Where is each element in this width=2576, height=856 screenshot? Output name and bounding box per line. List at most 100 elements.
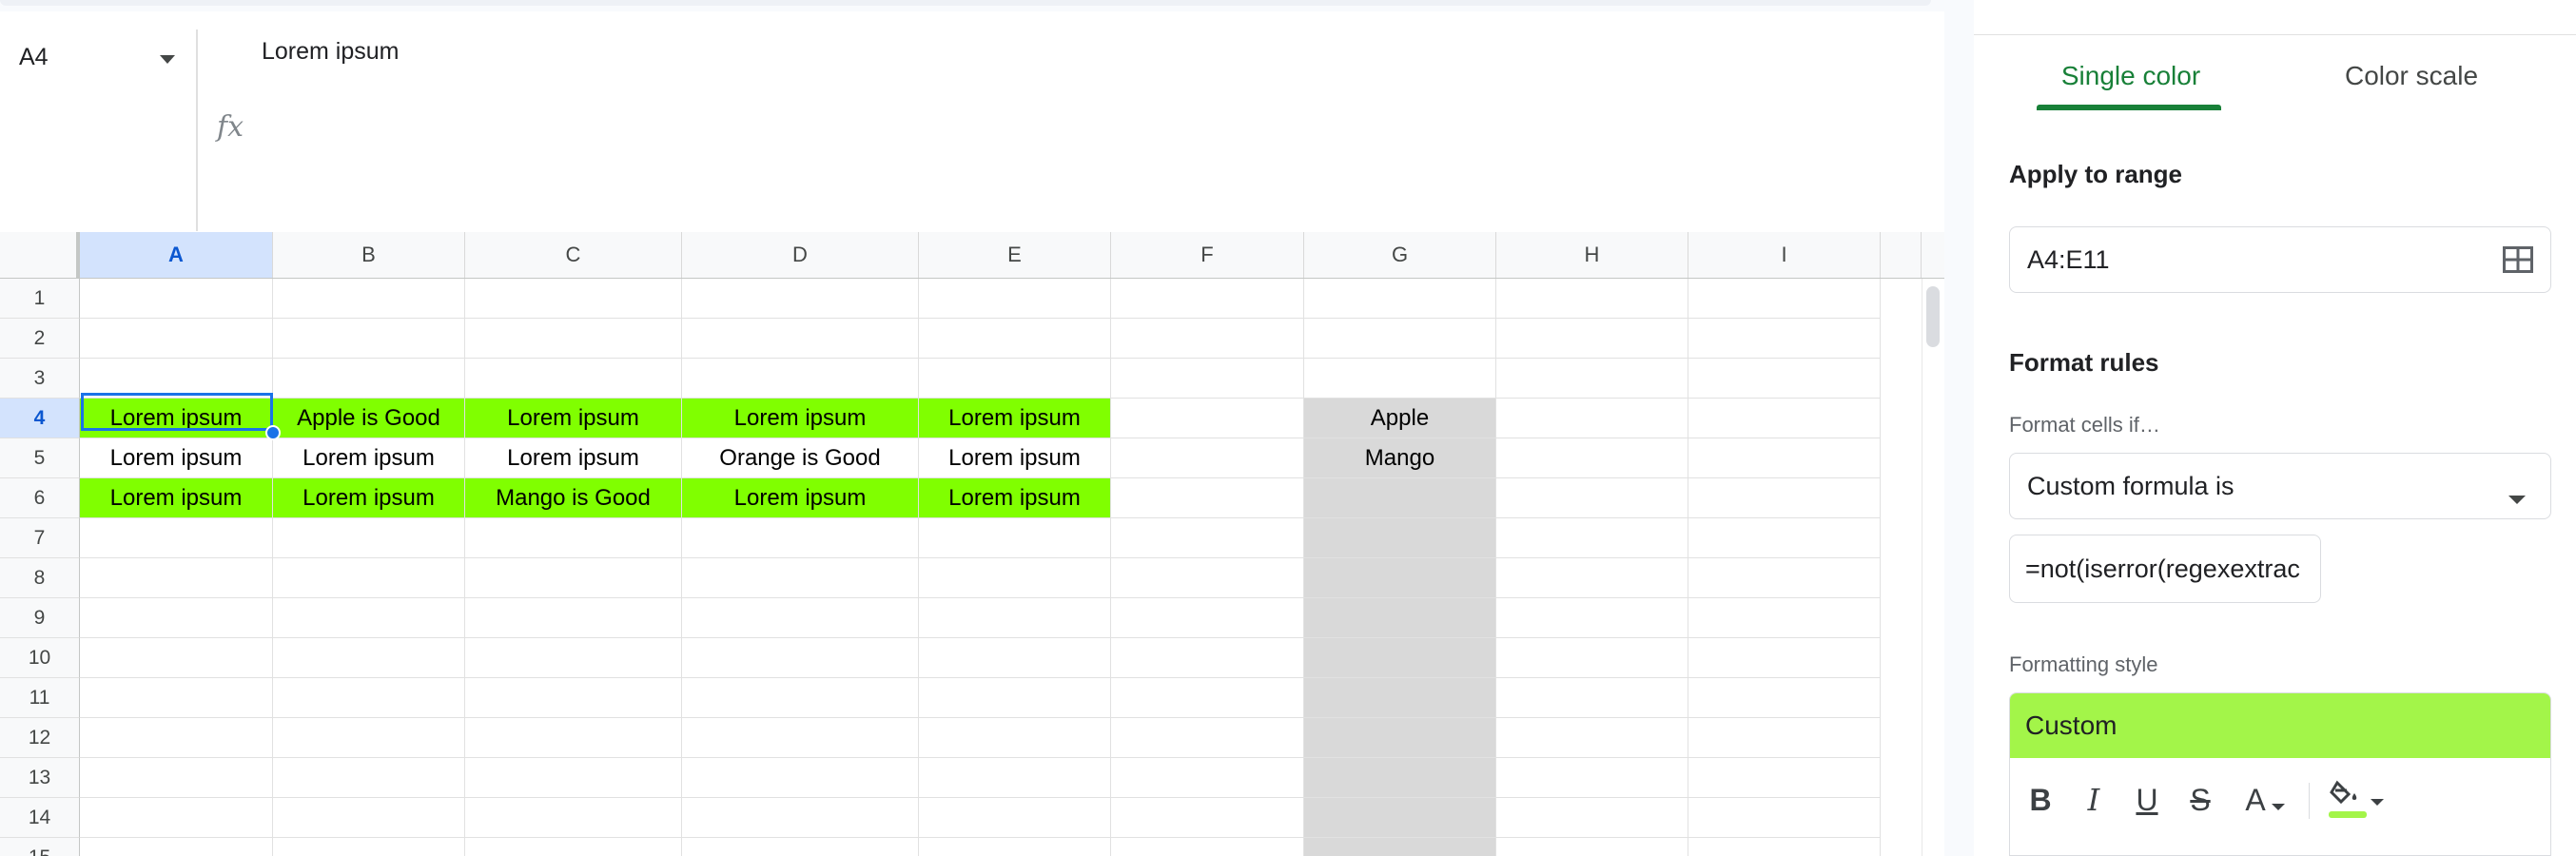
cell-g5[interactable]: Mango: [1304, 438, 1496, 478]
column-header-i[interactable]: I: [1688, 232, 1881, 278]
cell-g4[interactable]: Apple: [1304, 399, 1496, 438]
cell-b15[interactable]: [273, 838, 465, 856]
cell-i15[interactable]: [1688, 838, 1881, 856]
column-header-a[interactable]: A: [80, 232, 273, 278]
cell-a15[interactable]: [80, 838, 273, 856]
cell-e12[interactable]: [919, 718, 1111, 758]
row-header-12[interactable]: 12: [0, 718, 80, 758]
cell-e8[interactable]: [919, 558, 1111, 598]
dropdown-arrow-icon[interactable]: [160, 52, 175, 69]
row-header-5[interactable]: 5: [0, 438, 80, 478]
cell-d15[interactable]: [682, 838, 919, 856]
cell-a10[interactable]: [80, 638, 273, 678]
formula-input[interactable]: Lorem ipsum: [262, 38, 400, 66]
cell-h3[interactable]: [1496, 359, 1688, 399]
cell-a9[interactable]: [80, 598, 273, 638]
cell-f7[interactable]: [1111, 518, 1304, 558]
cell-g6[interactable]: [1304, 478, 1496, 518]
cell-e15[interactable]: [919, 838, 1111, 856]
tab-color-scale[interactable]: Color scale: [2297, 61, 2526, 105]
cell-h4[interactable]: [1496, 399, 1688, 438]
cell-d9[interactable]: [682, 598, 919, 638]
row-header-7[interactable]: 7: [0, 518, 80, 558]
cell-d2[interactable]: [682, 319, 919, 359]
cell-b7[interactable]: [273, 518, 465, 558]
cell-h7[interactable]: [1496, 518, 1688, 558]
cell-g10[interactable]: [1304, 638, 1496, 678]
column-header-h[interactable]: H: [1496, 232, 1688, 278]
cell-a12[interactable]: [80, 718, 273, 758]
cell-g3[interactable]: [1304, 359, 1496, 399]
cell-a4[interactable]: Lorem ipsum: [80, 399, 273, 438]
cell-h8[interactable]: [1496, 558, 1688, 598]
cell-i12[interactable]: [1688, 718, 1881, 758]
cell-b14[interactable]: [273, 798, 465, 838]
cell-f10[interactable]: [1111, 638, 1304, 678]
cell-g9[interactable]: [1304, 598, 1496, 638]
cell-i4[interactable]: [1688, 399, 1881, 438]
cell-d11[interactable]: [682, 678, 919, 718]
cell-g8[interactable]: [1304, 558, 1496, 598]
cell-c9[interactable]: [465, 598, 682, 638]
cell-h2[interactable]: [1496, 319, 1688, 359]
cell-b4[interactable]: Apple is Good: [273, 399, 465, 438]
cell-i11[interactable]: [1688, 678, 1881, 718]
cell-f5[interactable]: [1111, 438, 1304, 478]
cell-i7[interactable]: [1688, 518, 1881, 558]
cell-c1[interactable]: [465, 279, 682, 319]
cell-c4[interactable]: Lorem ipsum: [465, 399, 682, 438]
cell-i6[interactable]: [1688, 478, 1881, 518]
cell-a8[interactable]: [80, 558, 273, 598]
select-range-icon[interactable]: [2503, 246, 2533, 280]
italic-button[interactable]: I: [2075, 779, 2113, 821]
bold-button[interactable]: B: [2021, 779, 2059, 821]
cell-f9[interactable]: [1111, 598, 1304, 638]
cell-a6[interactable]: Lorem ipsum: [80, 478, 273, 518]
cell-e10[interactable]: [919, 638, 1111, 678]
cell-f14[interactable]: [1111, 798, 1304, 838]
cell-d1[interactable]: [682, 279, 919, 319]
cell-a11[interactable]: [80, 678, 273, 718]
cell-f2[interactable]: [1111, 319, 1304, 359]
cell-c7[interactable]: [465, 518, 682, 558]
cell-d6[interactable]: Lorem ipsum: [682, 478, 919, 518]
underline-button[interactable]: U: [2128, 779, 2166, 821]
cell-g12[interactable]: [1304, 718, 1496, 758]
cell-e7[interactable]: [919, 518, 1111, 558]
column-header-d[interactable]: D: [682, 232, 919, 278]
cell-e5[interactable]: Lorem ipsum: [919, 438, 1111, 478]
cell-e1[interactable]: [919, 279, 1111, 319]
cell-b2[interactable]: [273, 319, 465, 359]
cell-f13[interactable]: [1111, 758, 1304, 798]
cell-i2[interactable]: [1688, 319, 1881, 359]
cell-g15[interactable]: [1304, 838, 1496, 856]
row-header-2[interactable]: 2: [0, 319, 80, 359]
cell-f1[interactable]: [1111, 279, 1304, 319]
fill-color-button[interactable]: [2322, 779, 2391, 821]
cell-a5[interactable]: Lorem ipsum: [80, 438, 273, 478]
cell-g11[interactable]: [1304, 678, 1496, 718]
cell-f3[interactable]: [1111, 359, 1304, 399]
row-header-13[interactable]: 13: [0, 758, 80, 798]
cell-e6[interactable]: Lorem ipsum: [919, 478, 1111, 518]
column-header-g[interactable]: G: [1304, 232, 1496, 278]
column-header-partial[interactable]: [1881, 232, 1922, 278]
cell-c6[interactable]: Mango is Good: [465, 478, 682, 518]
column-header-f[interactable]: F: [1111, 232, 1304, 278]
cell-b3[interactable]: [273, 359, 465, 399]
row-header-8[interactable]: 8: [0, 558, 80, 598]
cell-i13[interactable]: [1688, 758, 1881, 798]
tab-single-color[interactable]: Single color: [2039, 61, 2223, 105]
cell-c2[interactable]: [465, 319, 682, 359]
style-preview[interactable]: Custom: [2010, 693, 2550, 758]
cell-d10[interactable]: [682, 638, 919, 678]
cell-e11[interactable]: [919, 678, 1111, 718]
row-header-3[interactable]: 3: [0, 359, 80, 399]
cell-e14[interactable]: [919, 798, 1111, 838]
row-header-4[interactable]: 4: [0, 399, 80, 438]
cell-c11[interactable]: [465, 678, 682, 718]
cell-c15[interactable]: [465, 838, 682, 856]
row-header-15[interactable]: 15: [0, 838, 80, 856]
cell-a1[interactable]: [80, 279, 273, 319]
cell-g2[interactable]: [1304, 319, 1496, 359]
